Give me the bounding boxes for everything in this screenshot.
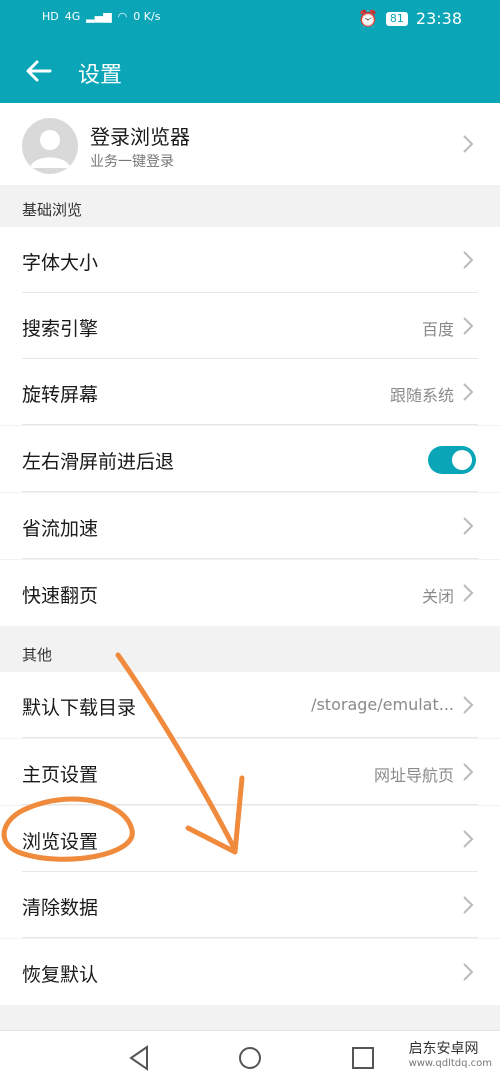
section-title: 基础浏览	[22, 201, 83, 219]
nav-back-icon[interactable]	[125, 1043, 155, 1073]
setting-swipe-navigation[interactable]: 左右滑屏前进后退	[0, 426, 500, 492]
setting-label: 默认下载目录	[22, 697, 137, 719]
chevron-right-icon	[463, 763, 474, 781]
setting-label: 左右滑屏前进后退	[22, 451, 175, 473]
setting-label: 主页设置	[22, 764, 99, 786]
divider	[22, 804, 478, 805]
setting-label: 浏览设置	[22, 831, 99, 853]
setting-rotate-screen[interactable]: 旋转屏幕 跟随系统	[0, 359, 500, 425]
chevron-right-icon	[463, 251, 474, 269]
account-row[interactable]: 登录浏览器 业务一键登录	[0, 103, 500, 185]
setting-label: 清除数据	[22, 897, 99, 919]
setting-label: 搜索引擎	[22, 318, 99, 340]
chevron-right-icon	[463, 963, 474, 981]
time-label: 23:38	[415, 9, 462, 28]
setting-data-saver[interactable]: 省流加速	[0, 493, 500, 559]
back-arrow-icon[interactable]	[22, 54, 56, 88]
divider	[22, 558, 478, 559]
toggle-knob	[452, 450, 472, 470]
chevron-right-icon	[463, 696, 474, 714]
divider	[22, 737, 478, 738]
watermark: 启东安卓网 www.qdltdq.com	[409, 1038, 492, 1069]
setting-value: 百度	[421, 320, 454, 339]
wifi-icon: ◠	[117, 10, 128, 23]
section-header-basic: 基础浏览	[0, 185, 500, 227]
setting-label: 恢复默认	[22, 964, 99, 986]
swipe-navigation-toggle[interactable]	[428, 446, 476, 474]
setting-download-dir[interactable]: 默认下载目录 /storage/emulat...	[0, 672, 500, 738]
setting-value: 跟随系统	[389, 386, 454, 405]
chevron-right-icon	[463, 317, 474, 335]
setting-search-engine[interactable]: 搜索引擎 百度	[0, 293, 500, 359]
setting-value: /storage/emulat...	[311, 695, 454, 714]
setting-homepage[interactable]: 主页设置 网址导航页	[0, 739, 500, 805]
section-header-other: 其他	[0, 630, 500, 672]
setting-clear-data[interactable]: 清除数据	[0, 872, 500, 938]
avatar-icon	[22, 118, 78, 174]
setting-quick-page[interactable]: 快速翻页 关闭	[0, 560, 500, 626]
alarm-icon: ⏰	[357, 9, 378, 28]
setting-restore-default[interactable]: 恢复默认	[0, 939, 500, 1005]
section-title: 其他	[22, 646, 53, 664]
nav-home-icon[interactable]	[235, 1043, 265, 1073]
setting-label: 字体大小	[22, 252, 99, 274]
signal-icon: ▂▄▆	[86, 10, 112, 23]
chevron-right-icon	[463, 383, 474, 401]
status-bar: HD 4G ▂▄▆ ◠ 0 K/s ⏰ 81 23:38	[0, 0, 500, 40]
watermark-name: 启东安卓网	[408, 1041, 479, 1057]
divider	[22, 424, 478, 425]
account-subtitle: 业务一键登录	[90, 154, 174, 170]
watermark-url: www.qdltdq.com	[408, 1058, 492, 1069]
setting-font-size[interactable]: 字体大小	[0, 227, 500, 293]
setting-label: 旋转屏幕	[22, 384, 99, 406]
setting-browse[interactable]: 浏览设置	[0, 806, 500, 872]
setting-value: 网址导航页	[373, 766, 454, 785]
account-title: 登录浏览器	[90, 125, 190, 149]
chevron-right-icon	[463, 830, 474, 848]
battery-indicator: 81	[385, 11, 408, 26]
chevron-right-icon	[463, 584, 474, 602]
divider	[22, 937, 478, 938]
chevron-right-icon	[463, 896, 474, 914]
divider	[22, 491, 478, 492]
app-bar: 设置	[0, 40, 500, 103]
carrier-label: HD	[42, 10, 59, 23]
speed-label: 0 K/s	[133, 10, 161, 23]
network-label: 4G	[64, 10, 81, 23]
chevron-right-icon	[463, 135, 474, 153]
nav-recents-icon[interactable]	[348, 1043, 378, 1073]
chevron-right-icon	[463, 517, 474, 535]
page-title: 设置	[78, 63, 123, 88]
setting-label: 快速翻页	[22, 585, 99, 607]
setting-value: 关闭	[421, 587, 454, 606]
setting-label: 省流加速	[22, 518, 99, 540]
